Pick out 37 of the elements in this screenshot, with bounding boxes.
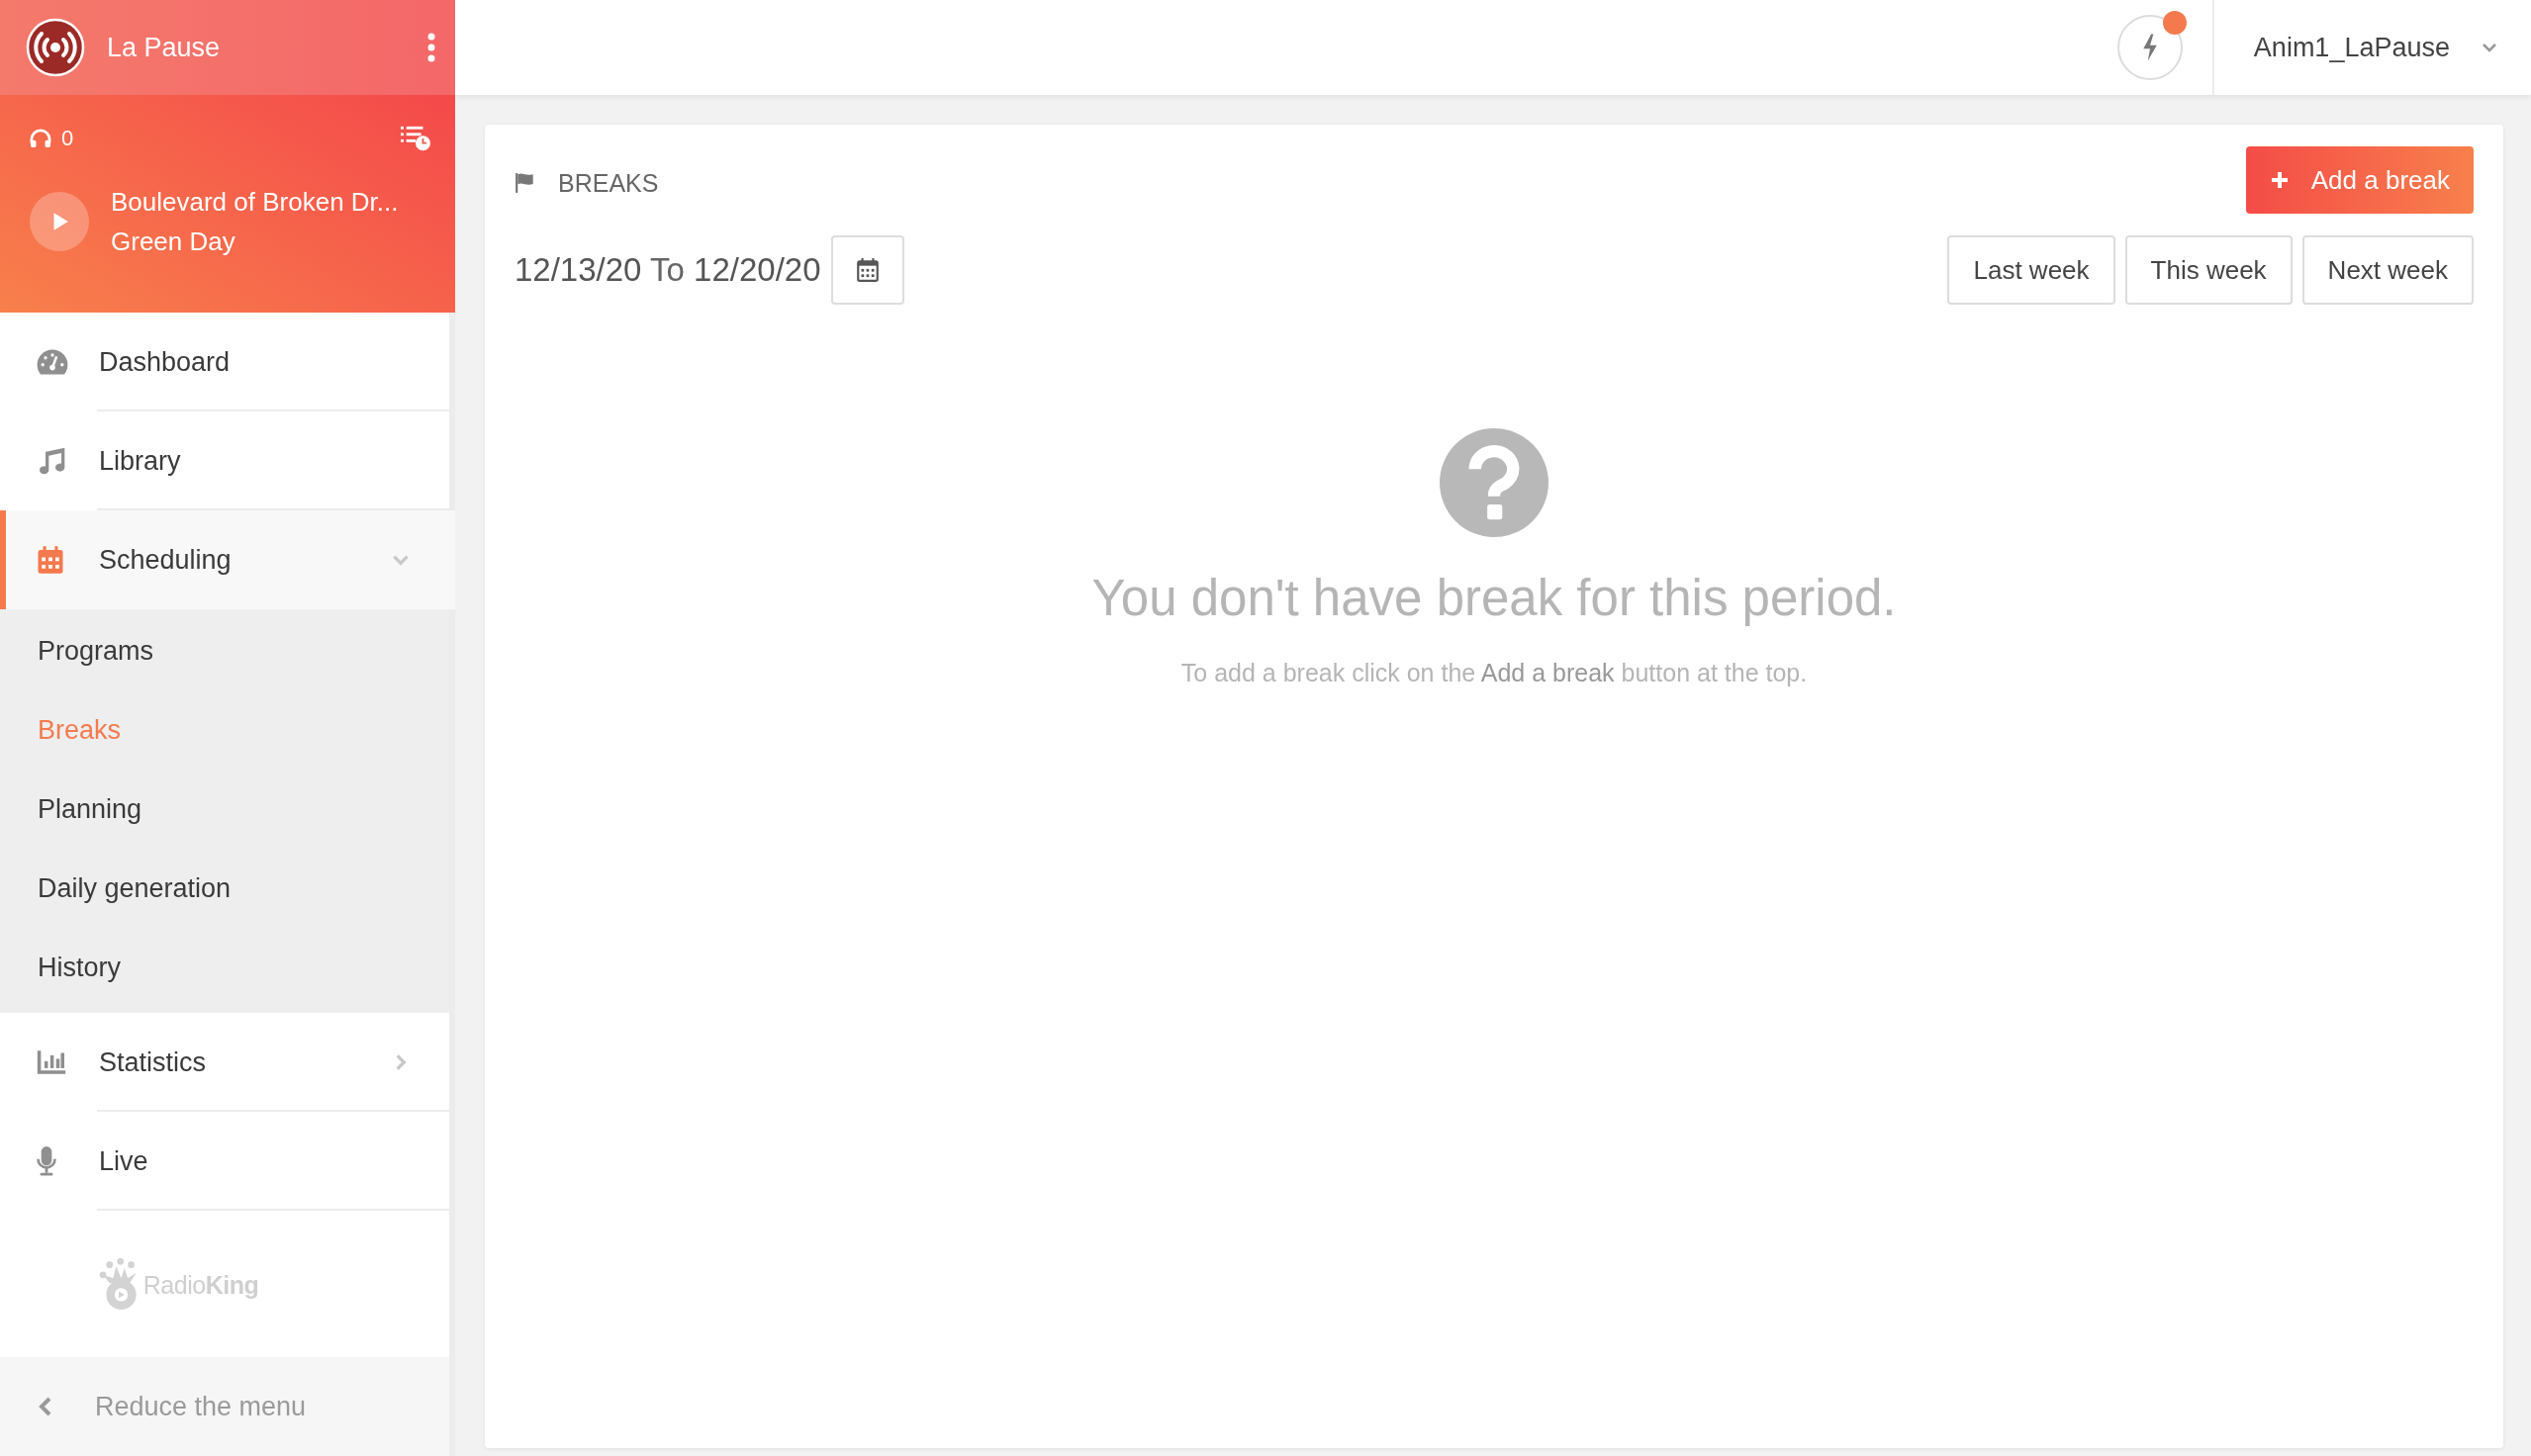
play-button[interactable] <box>30 192 89 251</box>
crown-disc-icon <box>97 1258 140 1310</box>
empty-state-hint: To add a break click on the Add a break button at the top. <box>1180 659 1808 687</box>
more-icon <box>427 33 435 62</box>
listener-count: 0 <box>61 126 74 151</box>
nav-item[interactable]: Library <box>0 411 455 510</box>
question-icon <box>1440 428 1548 537</box>
track-artist: Green Day <box>111 226 236 258</box>
broadcast-logo-icon <box>26 18 85 77</box>
calendar-button[interactable] <box>830 235 904 305</box>
nav-item[interactable]: Live <box>0 1112 455 1211</box>
headphones-icon <box>30 129 51 148</box>
nav-item[interactable]: Statistics <box>0 1013 455 1112</box>
nav-item[interactable]: Dashboard <box>0 313 455 411</box>
queue-clock-icon <box>400 125 431 152</box>
flag-icon <box>515 172 536 194</box>
period-button[interactable]: Next week <box>2301 235 2474 305</box>
section-title: BREAKS <box>558 168 659 198</box>
date-range: 12/13/20 To 12/20/20 <box>515 251 821 289</box>
period-button[interactable]: Last week <box>1947 235 2115 305</box>
submenu-item[interactable]: Programs <box>0 611 154 690</box>
nav-item[interactable]: Scheduling <box>0 510 455 609</box>
plus-icon <box>2269 170 2290 190</box>
calendar-icon <box>36 544 65 576</box>
submenu-item[interactable]: Daily generation <box>0 849 232 928</box>
submenu-item[interactable]: Planning <box>0 770 142 849</box>
user-menu[interactable]: Anim1_LaPause <box>2213 32 2531 63</box>
microphone-icon <box>36 1145 57 1177</box>
empty-state-title: You don't have break for this period. <box>1091 569 1897 627</box>
station-name: La Pause <box>107 32 222 63</box>
bar-chart-icon <box>36 1049 67 1075</box>
track-title: Boulevard of Broken Dr... <box>111 186 399 219</box>
calendar-icon <box>854 257 881 283</box>
period-button[interactable]: This week <box>2124 235 2293 305</box>
submenu-item[interactable]: History <box>0 928 121 1007</box>
chevron-left-icon <box>38 1396 53 1417</box>
gauge-icon <box>36 348 69 376</box>
